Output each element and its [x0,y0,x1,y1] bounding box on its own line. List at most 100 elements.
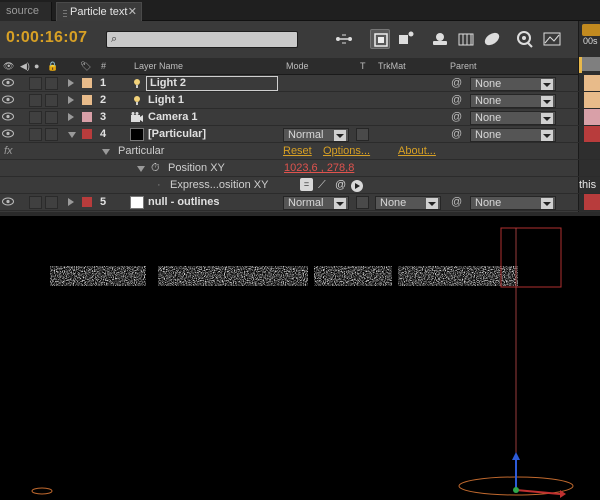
lock-toggle[interactable] [45,94,58,107]
layer-name[interactable]: Light 1 [148,94,184,106]
collapse-triangle-icon[interactable] [137,166,145,172]
solo-toggle[interactable] [29,111,42,124]
tab-close-icon[interactable]: ✕ [128,3,137,21]
expression-pickwhip-icon[interactable]: @ [335,179,346,191]
effect-reset-link[interactable]: Reset [283,145,312,157]
tab-grip-icon[interactable] [63,7,67,17]
frame-blending-icon[interactable] [456,29,476,49]
audio-toggle-header-icon[interactable]: ◀) [20,61,30,72]
column-parent-header[interactable]: Parent [450,61,477,71]
eye-icon[interactable] [2,112,14,121]
pickwhip-icon[interactable]: @ [451,111,462,123]
comp-mini-flowchart-icon[interactable] [334,29,354,49]
solo-header-icon[interactable]: ● [34,61,39,71]
parent-dropdown[interactable]: None [470,196,556,210]
column-hash-header[interactable]: # [101,61,106,71]
layer-bar-color [584,109,600,125]
effect-about-link[interactable]: About... [398,145,436,157]
effect-options-link[interactable]: Options... [323,145,370,157]
expression-text-snippet[interactable]: this [579,179,596,191]
current-time-display[interactable]: 0:00:16:07 [6,29,87,47]
hide-shy-layers-icon[interactable] [430,29,450,49]
composition-viewer[interactable] [0,216,600,500]
expression-enable-icon[interactable]: = [300,178,313,191]
graph-editor-icon[interactable] [514,29,534,49]
eye-icon[interactable] [2,197,14,206]
layer-duration-bar[interactable] [579,57,600,71]
layer-row-light-1[interactable]: 2 Light 1 @ None [0,92,600,109]
eye-icon[interactable] [2,95,14,104]
expand-triangle-icon[interactable] [68,113,74,121]
blend-mode-dropdown[interactable]: Normal [283,128,349,142]
parent-dropdown[interactable]: None [470,94,556,108]
stopwatch-icon[interactable]: ⏱ [151,162,160,175]
column-mode-header[interactable]: Mode [286,61,309,71]
solo-toggle[interactable] [29,77,42,90]
column-trkmat-header[interactable]: TrkMat [378,61,406,71]
camera-icon [130,111,144,124]
layer-search-input[interactable]: ⌕ [106,31,298,48]
column-layer-name-header[interactable]: Layer Name [134,61,183,71]
layer-row-light-2[interactable]: 1 Light 2 @ None [0,75,600,92]
lock-toggle[interactable] [45,196,58,209]
layer-number: 1 [100,77,107,89]
parent-dropdown[interactable]: None [470,128,556,142]
eye-icon[interactable] [2,78,14,87]
parent-dropdown[interactable]: None [470,111,556,125]
motion-blur-icon[interactable] [482,29,502,49]
lock-toggle[interactable] [45,111,58,124]
null-anchor-marker [31,487,53,495]
graph-editor-toggle-icon[interactable] [542,29,562,49]
solo-toggle[interactable] [29,128,42,141]
expression-graph-icon[interactable]: ⟋ [318,179,326,192]
layer-row-particular[interactable]: 4 [Particular] Normal @ None [0,126,600,143]
label-color-swatch[interactable] [82,95,92,105]
collapse-triangle-icon[interactable] [102,149,110,155]
solo-toggle[interactable] [29,196,42,209]
video-toggle-header-icon[interactable]: 👁 [3,61,14,72]
layer-name[interactable]: Camera 1 [148,111,198,123]
label-color-swatch[interactable] [82,197,92,207]
fx-toggle-icon[interactable]: fx [4,145,13,157]
pickwhip-icon[interactable]: @ [451,77,462,89]
column-t-header[interactable]: T [360,61,366,71]
live-update-icon[interactable] [370,29,390,49]
expression-row[interactable]: · Express...osition XY = ⟋ @ this [0,177,600,194]
lock-toggle[interactable] [45,77,58,90]
parent-dropdown[interactable]: None [470,77,556,91]
layer-row-camera-1[interactable]: 3 Camera 1 @ None [0,109,600,126]
lock-toggle[interactable] [45,128,58,141]
position-xy-value[interactable]: 1023,6 , 278,8 [284,162,354,174]
label-color-swatch[interactable] [82,78,92,88]
current-time-indicator[interactable] [579,57,582,73]
tab-source[interactable]: source [0,2,52,21]
effect-name: Particular [118,145,165,157]
solo-toggle[interactable] [29,94,42,107]
tab-particle-text[interactable]: Particle text ✕ [56,2,142,21]
pickwhip-icon[interactable]: @ [451,94,462,106]
layer-name-input[interactable]: Light 2 [146,76,278,91]
expand-triangle-icon[interactable] [68,96,74,104]
eye-icon[interactable] [2,129,14,138]
expand-triangle-icon[interactable] [68,79,74,87]
layer-name[interactable]: [Particular] [148,128,206,140]
effect-row-particular[interactable]: fx Particular Reset Options... About... [0,143,600,160]
pickwhip-icon[interactable]: @ [451,128,462,140]
collapse-triangle-icon[interactable] [68,132,76,138]
layer-row-null-outlines[interactable]: 5 null - outlines Normal None @ None [0,194,600,211]
label-color-swatch[interactable] [82,112,92,122]
trkmat-dropdown[interactable]: None [375,196,441,210]
work-area-bar[interactable] [582,24,600,36]
lock-header-icon[interactable]: 🔒 [47,61,58,72]
pickwhip-icon[interactable]: @ [451,196,462,208]
preserve-transparency-toggle[interactable] [356,128,369,141]
property-row-position-xy[interactable]: ⏱ Position XY 1023,6 , 278,8 [0,160,600,177]
expand-triangle-icon[interactable] [68,198,74,206]
blend-mode-dropdown[interactable]: Normal [283,196,349,210]
label-color-swatch[interactable] [82,129,92,139]
expression-language-menu-icon[interactable] [351,180,363,192]
draft-3d-icon[interactable] [396,29,416,49]
label-header-icon[interactable]: 🏷 [80,61,91,72]
layer-name[interactable]: null - outlines [148,196,220,208]
preserve-transparency-toggle[interactable] [356,196,369,209]
